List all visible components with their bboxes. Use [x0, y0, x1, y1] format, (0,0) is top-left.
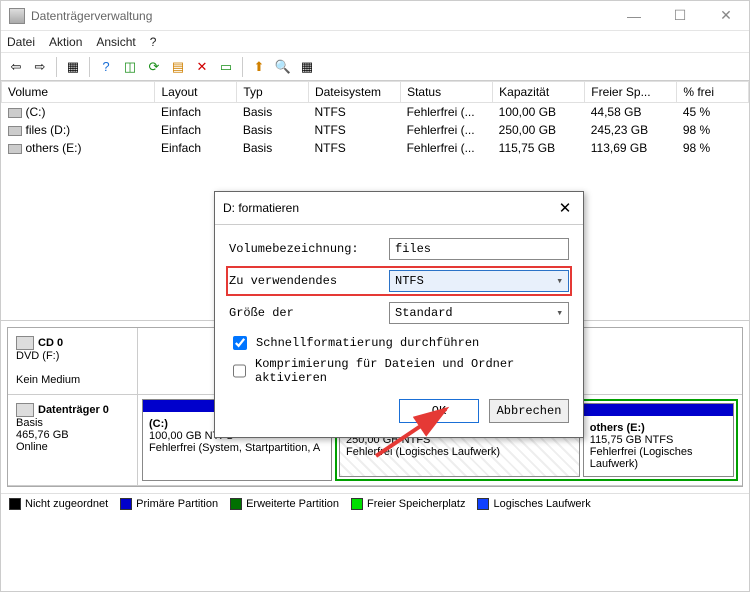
- close-button[interactable]: ✕: [703, 1, 749, 31]
- toolbar-btn-2[interactable]: ▤: [167, 56, 189, 78]
- select-filesystem[interactable]: NTFS▾: [389, 270, 569, 292]
- menu-item-ansicht[interactable]: Ansicht: [96, 35, 135, 49]
- help-icon[interactable]: ?: [95, 56, 117, 78]
- checkbox-quick-format[interactable]: [233, 336, 247, 350]
- minimize-button[interactable]: —: [611, 1, 657, 31]
- toolbar: ⇦ ⇨ ▦ ? ◫ ⟳ ▤ ✕ ▭ ⬆ 🔍 ▦: [1, 53, 749, 81]
- cd-icon: [16, 336, 34, 350]
- delete-icon[interactable]: ✕: [191, 56, 213, 78]
- input-volname[interactable]: [389, 238, 569, 260]
- label-volname: Volumebezeichnung:: [229, 242, 389, 256]
- table-row[interactable]: others (E:) EinfachBasisNTFS Fehlerfrei …: [2, 139, 749, 157]
- chevron-down-icon: ▾: [556, 306, 563, 320]
- menubar: Datei Aktion Ansicht ?: [1, 31, 749, 53]
- window-title: Datenträgerverwaltung: [31, 9, 611, 23]
- select-alloc-size[interactable]: Standard▾: [389, 302, 569, 324]
- legend: Nicht zugeordnet Primäre Partition Erwei…: [1, 493, 749, 514]
- dialog-title: D: formatieren: [223, 201, 555, 215]
- partition-e[interactable]: others (E:) 115,75 GB NTFS Fehlerfrei (L…: [583, 403, 734, 477]
- menu-item-datei[interactable]: Datei: [7, 35, 35, 49]
- app-icon: [9, 8, 25, 24]
- dialog-close-button[interactable]: ✕: [555, 198, 575, 218]
- col-fs[interactable]: Dateisystem: [308, 82, 400, 103]
- legend-swatch: [120, 498, 132, 510]
- legend-swatch: [230, 498, 242, 510]
- col-pct[interactable]: % frei: [677, 82, 749, 103]
- legend-swatch: [9, 498, 21, 510]
- titlebar: Datenträgerverwaltung — ☐ ✕: [1, 1, 749, 31]
- drive-icon: [8, 126, 22, 136]
- cancel-button[interactable]: Abbrechen: [489, 399, 569, 423]
- label-quick-format: Schnellformatierung durchführen: [256, 336, 479, 350]
- col-layout[interactable]: Layout: [155, 82, 237, 103]
- checkbox-compress[interactable]: [233, 364, 246, 378]
- toolbar-btn-5[interactable]: 🔍: [272, 56, 294, 78]
- table-row[interactable]: (C:) EinfachBasisNTFS Fehlerfrei (...100…: [2, 103, 749, 122]
- label-alloc-size: Größe der: [229, 306, 389, 320]
- toolbar-btn-4[interactable]: ⬆: [248, 56, 270, 78]
- back-button[interactable]: ⇦: [5, 56, 27, 78]
- col-status[interactable]: Status: [401, 82, 493, 103]
- chevron-down-icon: ▾: [556, 274, 563, 288]
- legend-swatch: [351, 498, 363, 510]
- toolbar-btn-1[interactable]: ◫: [119, 56, 141, 78]
- label-compress: Komprimierung für Dateien und Ordner akt…: [255, 357, 569, 385]
- menu-item-aktion[interactable]: Aktion: [49, 35, 82, 49]
- maximize-button[interactable]: ☐: [657, 1, 703, 31]
- menu-item-help[interactable]: ?: [150, 35, 157, 49]
- legend-swatch: [477, 498, 489, 510]
- col-free[interactable]: Freier Sp...: [585, 82, 677, 103]
- table-row[interactable]: files (D:) EinfachBasisNTFS Fehlerfrei (…: [2, 121, 749, 139]
- ok-button[interactable]: OK: [399, 399, 479, 423]
- toolbar-btn-6[interactable]: ▦: [296, 56, 318, 78]
- col-typ[interactable]: Typ: [237, 82, 309, 103]
- format-dialog: D: formatieren ✕ Volumebezeichnung: Zu v…: [214, 191, 584, 438]
- label-filesystem: Zu verwendendes: [229, 274, 389, 288]
- col-volume[interactable]: Volume: [2, 82, 155, 103]
- forward-button[interactable]: ⇨: [29, 56, 51, 78]
- toolbar-btn-3[interactable]: ▭: [215, 56, 237, 78]
- drive-icon: [8, 144, 22, 154]
- col-cap[interactable]: Kapazität: [493, 82, 585, 103]
- drive-icon: [8, 108, 22, 118]
- toolbar-view-icon[interactable]: ▦: [62, 56, 84, 78]
- refresh-icon[interactable]: ⟳: [143, 56, 165, 78]
- disk-icon: [16, 403, 34, 417]
